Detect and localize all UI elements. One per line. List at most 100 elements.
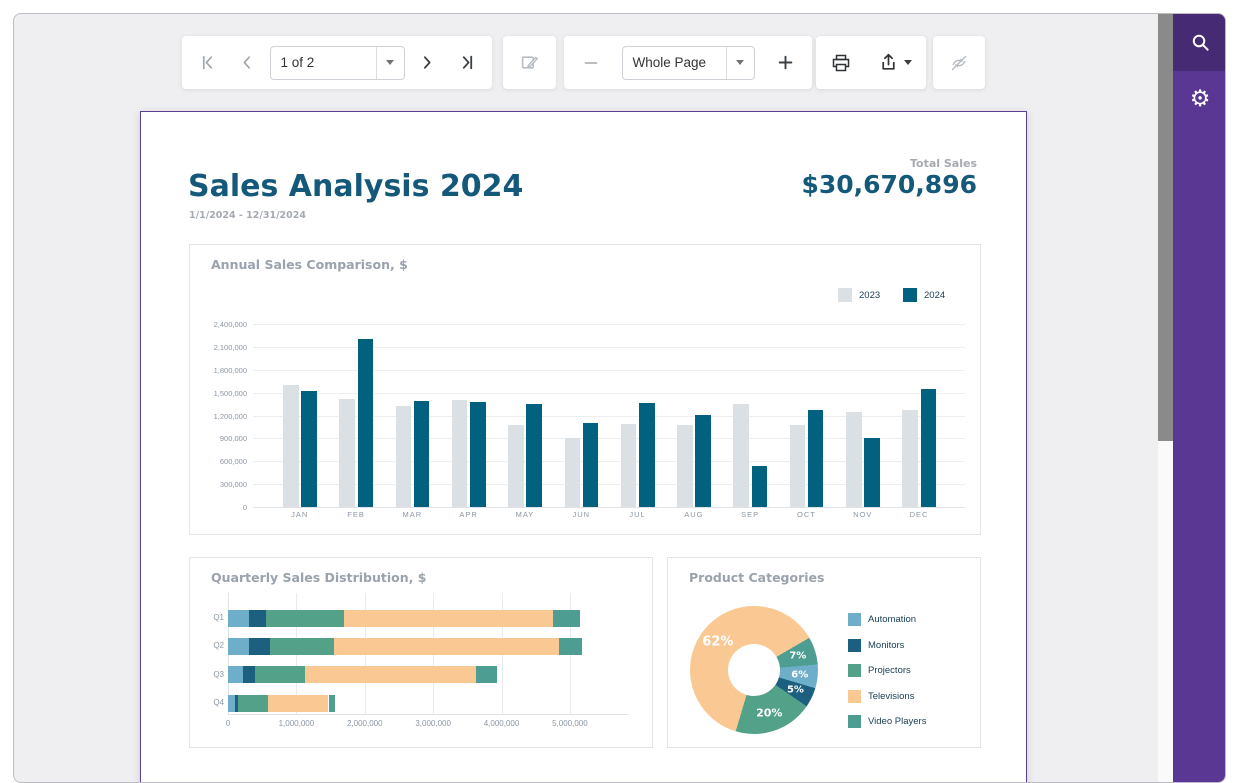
zoom-level-value: Whole Page bbox=[623, 55, 726, 70]
legend-item-Video Players: Video Players bbox=[848, 715, 926, 728]
y-axis-tick-label: 600,000 bbox=[190, 457, 247, 466]
total-sales-label: Total Sales bbox=[910, 157, 977, 170]
x-axis-month-label: APR bbox=[441, 510, 497, 519]
highlight-editing-fields-button[interactable] bbox=[942, 46, 976, 80]
stacked-bar-segment-Televisions bbox=[334, 638, 559, 655]
bar-2023 bbox=[733, 404, 749, 507]
x-axis-month-label: JUL bbox=[610, 510, 666, 519]
x-axis-tick-label: 0 bbox=[193, 719, 263, 728]
stacked-bar-segment-Automation bbox=[228, 638, 249, 655]
y-axis-tick-label: 2,100,000 bbox=[190, 343, 247, 352]
tab-settings[interactable]: ⚙ bbox=[1173, 71, 1226, 128]
x-axis-tick-label: 2,000,000 bbox=[330, 719, 400, 728]
x-axis-month-label: NOV bbox=[835, 510, 891, 519]
report-viewer-panel: Whole Page bbox=[13, 13, 1226, 783]
page-number-dropdown-button[interactable] bbox=[376, 47, 404, 79]
zoom-level-dropdown-button[interactable] bbox=[726, 47, 754, 79]
bar-2024 bbox=[526, 404, 542, 507]
stacked-bar-segment-Video Players bbox=[329, 695, 335, 712]
bar-2024 bbox=[414, 401, 430, 507]
stacked-bar-segment-Video Players bbox=[559, 638, 582, 655]
legend-label: Automation bbox=[868, 614, 916, 625]
search-icon bbox=[1190, 32, 1211, 53]
legend-swatch bbox=[848, 664, 861, 677]
stacked-bar-segment-Automation bbox=[228, 610, 249, 627]
stacked-bar-segment-Automation bbox=[228, 666, 243, 683]
legend-label: Projectors bbox=[868, 665, 911, 676]
y-axis-tick-label: 300,000 bbox=[190, 480, 247, 489]
y-axis-tick-label: 0 bbox=[190, 503, 247, 512]
bar-2023 bbox=[452, 400, 468, 507]
report-date-range: 1/1/2024 - 12/31/2024 bbox=[189, 210, 306, 221]
legend-item-Projectors: Projectors bbox=[848, 664, 911, 677]
bar-2024 bbox=[301, 391, 317, 507]
print-button[interactable] bbox=[824, 46, 858, 80]
last-page-button[interactable] bbox=[450, 46, 484, 80]
zoom-in-button[interactable] bbox=[768, 46, 802, 80]
page-number-input[interactable] bbox=[271, 55, 376, 70]
y-axis-category-label: Q3 bbox=[204, 670, 224, 679]
zoom-level-combobox[interactable]: Whole Page bbox=[622, 46, 755, 80]
bar-2024 bbox=[358, 339, 374, 508]
stacked-bar-segment-Monitors bbox=[243, 666, 255, 683]
donut-percent-label: 62% bbox=[702, 634, 733, 649]
stacked-bar-segment-Automation bbox=[228, 695, 235, 712]
y-axis-tick-label: 1,500,000 bbox=[190, 389, 247, 398]
toolbar-navigation-group bbox=[182, 36, 492, 89]
x-axis-tick-label: 5,000,000 bbox=[535, 719, 605, 728]
legend-item-2024: 2024 bbox=[903, 288, 945, 302]
stacked-bar-segment-Projectors bbox=[238, 695, 268, 712]
y-axis-category-label: Q2 bbox=[204, 641, 224, 650]
stacked-bar-segment-Monitors bbox=[249, 610, 266, 627]
bar-2023 bbox=[565, 438, 581, 507]
highlight-fields-disabled-icon bbox=[949, 53, 969, 73]
export-button[interactable] bbox=[872, 46, 918, 80]
gridline bbox=[253, 507, 965, 508]
edit-document-button[interactable] bbox=[513, 46, 547, 80]
page-number-combobox[interactable] bbox=[270, 46, 405, 80]
export-dropdown-caret-icon bbox=[904, 60, 912, 65]
legend-label: 2024 bbox=[924, 290, 945, 301]
report-title: Sales Analysis 2024 bbox=[188, 169, 523, 204]
bar-2023 bbox=[677, 425, 693, 507]
bar-2023 bbox=[396, 406, 412, 507]
x-axis-tick-label: 3,000,000 bbox=[398, 719, 468, 728]
zoom-out-button[interactable] bbox=[574, 46, 608, 80]
vertical-scrollbar-thumb[interactable] bbox=[1158, 14, 1173, 441]
x-axis-month-label: DEC bbox=[891, 510, 947, 519]
product-categories-chart-card: Product Categories 6%5%20%62%7%Automatio… bbox=[667, 557, 981, 748]
legend-item-2023: 2023 bbox=[838, 288, 880, 302]
side-tab-bar: ⚙ bbox=[1173, 14, 1226, 782]
vertical-scrollbar-track[interactable] bbox=[1158, 14, 1173, 782]
donut-percent-label: 5% bbox=[787, 684, 804, 695]
y-axis-tick-label: 1,200,000 bbox=[190, 412, 247, 421]
quarterly-sales-chart-card: Quarterly Sales Distribution, $ 01,000,0… bbox=[189, 557, 653, 748]
stacked-bar-segment-Televisions bbox=[268, 695, 328, 712]
previous-page-button[interactable] bbox=[230, 46, 264, 80]
first-page-button[interactable] bbox=[190, 46, 224, 80]
legend-item-Automation: Automation bbox=[848, 613, 916, 626]
bar-2024 bbox=[695, 415, 711, 507]
x-axis-month-label: MAY bbox=[497, 510, 553, 519]
legend-item-Monitors: Monitors bbox=[848, 639, 904, 652]
next-page-button[interactable] bbox=[410, 46, 444, 80]
bar-2023 bbox=[902, 410, 918, 507]
legend-swatch bbox=[903, 288, 917, 302]
bar-2023 bbox=[621, 424, 637, 507]
tab-search[interactable] bbox=[1173, 14, 1226, 71]
bar-2024 bbox=[583, 423, 599, 507]
x-axis-month-label: OCT bbox=[778, 510, 834, 519]
edit-icon bbox=[520, 53, 539, 72]
bar-2024 bbox=[639, 403, 655, 507]
toolbar-print-export-group bbox=[816, 36, 926, 89]
donut-percent-label: 20% bbox=[756, 707, 782, 720]
chevron-down-icon bbox=[736, 60, 744, 65]
legend-swatch bbox=[848, 613, 861, 626]
toolbar-highlight-group bbox=[933, 36, 985, 89]
bar-2023 bbox=[283, 385, 299, 507]
toolbar-edit-group bbox=[503, 36, 556, 89]
x-axis-month-label: JUN bbox=[553, 510, 609, 519]
bar-2023 bbox=[508, 425, 524, 507]
stacked-bar-segment-Video Players bbox=[476, 666, 497, 683]
gear-icon: ⚙ bbox=[1190, 88, 1211, 111]
